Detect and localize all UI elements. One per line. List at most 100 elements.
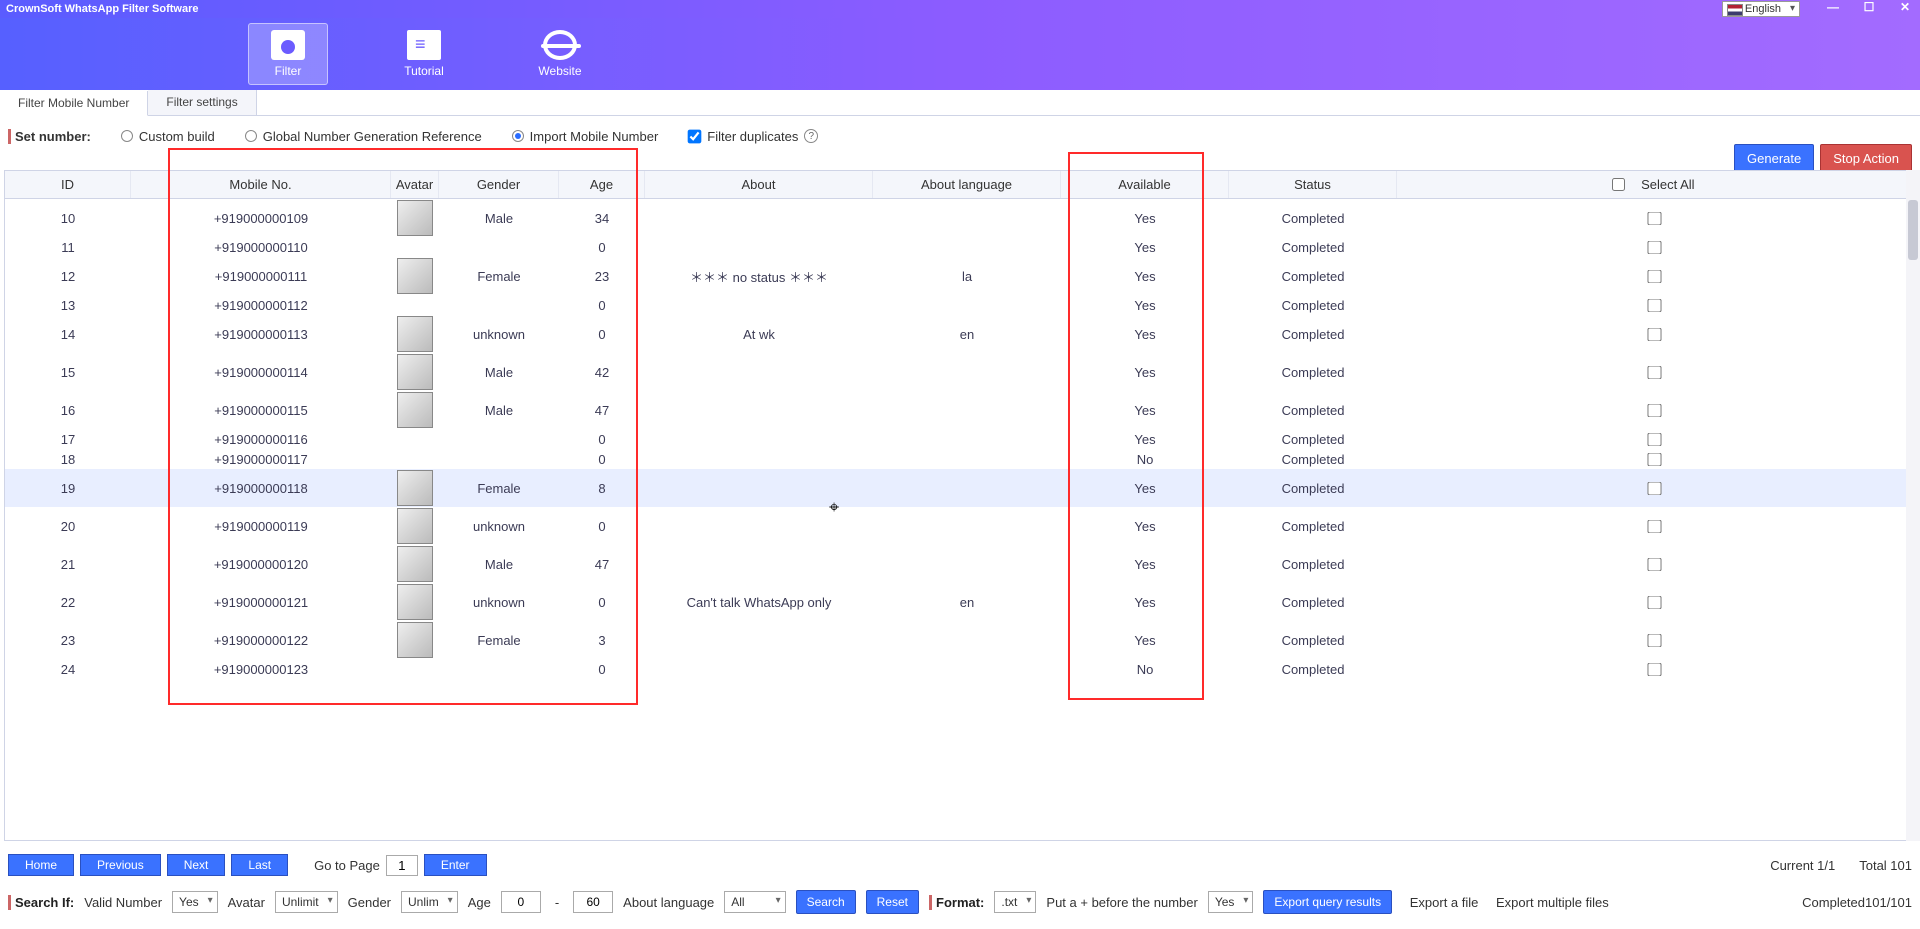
cell-gender: Female	[439, 481, 559, 496]
cell-select[interactable]	[1397, 299, 1911, 312]
th-avatar[interactable]: Avatar	[391, 171, 439, 198]
cell-avatar	[391, 392, 439, 428]
table-row[interactable]: 22+919000000121unknown0Can't talk WhatsA…	[5, 583, 1911, 621]
stop-action-button[interactable]: Stop Action	[1820, 144, 1912, 173]
checkbox-filter-duplicates[interactable]: Filter duplicates?	[688, 129, 818, 144]
about-lang-select[interactable]: All	[724, 891, 785, 913]
ribbon-filter[interactable]: Filter	[248, 23, 328, 85]
cell-id: 17	[5, 432, 131, 447]
table-row[interactable]: 14+919000000113unknown0At wkenYesComplet…	[5, 315, 1911, 353]
ribbon-website[interactable]: Website	[520, 24, 600, 84]
format-select[interactable]: .txt	[994, 891, 1036, 913]
th-gender[interactable]: Gender	[439, 171, 559, 198]
avatar-select[interactable]: Unlimit	[275, 891, 338, 913]
row-checkbox[interactable]	[1647, 634, 1661, 647]
row-checkbox[interactable]	[1647, 404, 1661, 417]
cell-select[interactable]	[1397, 328, 1911, 341]
cell-select[interactable]	[1397, 453, 1911, 466]
cell-select[interactable]	[1397, 558, 1911, 571]
table-row[interactable]: 16+919000000115Male47YesCompleted	[5, 391, 1911, 429]
enter-button[interactable]: Enter	[424, 854, 487, 876]
th-available[interactable]: Available	[1061, 171, 1229, 198]
row-checkbox[interactable]	[1647, 453, 1661, 466]
row-checkbox[interactable]	[1647, 558, 1661, 571]
row-checkbox[interactable]	[1647, 270, 1661, 283]
table-row[interactable]: 10+919000000109Male34YesCompleted	[5, 199, 1911, 237]
th-about[interactable]: About	[645, 171, 873, 198]
row-checkbox[interactable]	[1647, 328, 1661, 341]
select-all-checkbox[interactable]	[1612, 178, 1625, 191]
radio-custom-build[interactable]: Custom build	[121, 129, 215, 144]
age-to-input[interactable]	[573, 891, 613, 913]
cell-id: 16	[5, 403, 131, 418]
th-status[interactable]: Status	[1229, 171, 1397, 198]
ribbon-tutorial[interactable]: Tutorial	[384, 24, 464, 84]
table-row[interactable]: 24+9190000001230NoCompleted	[5, 659, 1911, 679]
cell-select[interactable]	[1397, 433, 1911, 446]
radio-global-ref[interactable]: Global Number Generation Reference	[245, 129, 482, 144]
age-from-input[interactable]	[501, 891, 541, 913]
previous-button[interactable]: Previous	[80, 854, 161, 876]
th-mobile[interactable]: Mobile No.	[131, 171, 391, 198]
radio-export-multi[interactable]: Export multiple files	[1488, 895, 1608, 910]
home-button[interactable]: Home	[8, 854, 74, 876]
row-checkbox[interactable]	[1647, 241, 1661, 254]
row-checkbox[interactable]	[1647, 366, 1661, 379]
cell-select[interactable]	[1397, 366, 1911, 379]
th-about-language[interactable]: About language	[873, 171, 1061, 198]
export-query-button[interactable]: Export query results	[1263, 890, 1392, 914]
cell-select[interactable]	[1397, 520, 1911, 533]
cell-select[interactable]	[1397, 482, 1911, 495]
table-row[interactable]: 13+9190000001120YesCompleted	[5, 295, 1911, 315]
row-checkbox[interactable]	[1647, 433, 1661, 446]
row-checkbox[interactable]	[1647, 482, 1661, 495]
th-age[interactable]: Age	[559, 171, 645, 198]
cell-select[interactable]	[1397, 404, 1911, 417]
minimize-icon[interactable]: —	[1822, 0, 1844, 14]
row-checkbox[interactable]	[1647, 520, 1661, 533]
search-button[interactable]: Search	[796, 890, 856, 914]
table-row[interactable]: 15+919000000114Male42YesCompleted	[5, 353, 1911, 391]
valid-number-select[interactable]: Yes	[172, 891, 218, 913]
table-row[interactable]: 11+9190000001100YesCompleted	[5, 237, 1911, 257]
cell-select[interactable]	[1397, 596, 1911, 609]
table-row[interactable]: 17+9190000001160YesCompleted	[5, 429, 1911, 449]
gender-select[interactable]: Unlim	[401, 891, 458, 913]
cell-select[interactable]	[1397, 663, 1911, 676]
next-button[interactable]: Next	[167, 854, 226, 876]
cell-mobile: +919000000122	[131, 633, 391, 648]
th-id[interactable]: ID	[5, 171, 131, 198]
row-checkbox[interactable]	[1647, 596, 1661, 609]
maximize-icon[interactable]: ☐	[1858, 0, 1880, 14]
table-row[interactable]: 18+9190000001170NoCompleted	[5, 449, 1911, 469]
table-row[interactable]: 23+919000000122Female3YesCompleted	[5, 621, 1911, 659]
row-checkbox[interactable]	[1647, 663, 1661, 676]
vertical-scrollbar[interactable]	[1906, 170, 1920, 841]
radio-export-file[interactable]: Export a file	[1402, 895, 1478, 910]
row-checkbox[interactable]	[1647, 212, 1661, 225]
table-row[interactable]: 21+919000000120Male47YesCompleted	[5, 545, 1911, 583]
cell-select[interactable]	[1397, 241, 1911, 254]
generate-button[interactable]: Generate	[1734, 144, 1814, 173]
table-row[interactable]: 12+919000000111Female23＊＊＊ no status ＊＊＊…	[5, 257, 1911, 295]
close-icon[interactable]: ✕	[1894, 0, 1916, 14]
cell-about-language: en	[873, 327, 1061, 342]
language-selector[interactable]: English	[1722, 1, 1800, 17]
put-plus-select[interactable]: Yes	[1208, 891, 1254, 913]
radio-import-mobile[interactable]: Import Mobile Number	[512, 129, 659, 144]
row-checkbox[interactable]	[1647, 299, 1661, 312]
th-select-all[interactable]: Select All	[1397, 171, 1911, 198]
cell-select[interactable]	[1397, 634, 1911, 647]
cell-select[interactable]	[1397, 212, 1911, 225]
table-row[interactable]: 19+919000000118Female8YesCompleted	[5, 469, 1911, 507]
reset-button[interactable]: Reset	[866, 890, 919, 914]
page-input[interactable]	[386, 855, 418, 876]
help-icon[interactable]: ?	[804, 129, 818, 143]
tab-filter-settings[interactable]: Filter settings	[148, 90, 256, 115]
tab-filter-mobile[interactable]: Filter Mobile Number	[0, 91, 148, 116]
valid-number-label: Valid Number	[84, 895, 162, 910]
cell-mobile: +919000000115	[131, 403, 391, 418]
last-button[interactable]: Last	[231, 854, 288, 876]
table-row[interactable]: 20+919000000119unknown0YesCompleted	[5, 507, 1911, 545]
cell-select[interactable]	[1397, 270, 1911, 283]
